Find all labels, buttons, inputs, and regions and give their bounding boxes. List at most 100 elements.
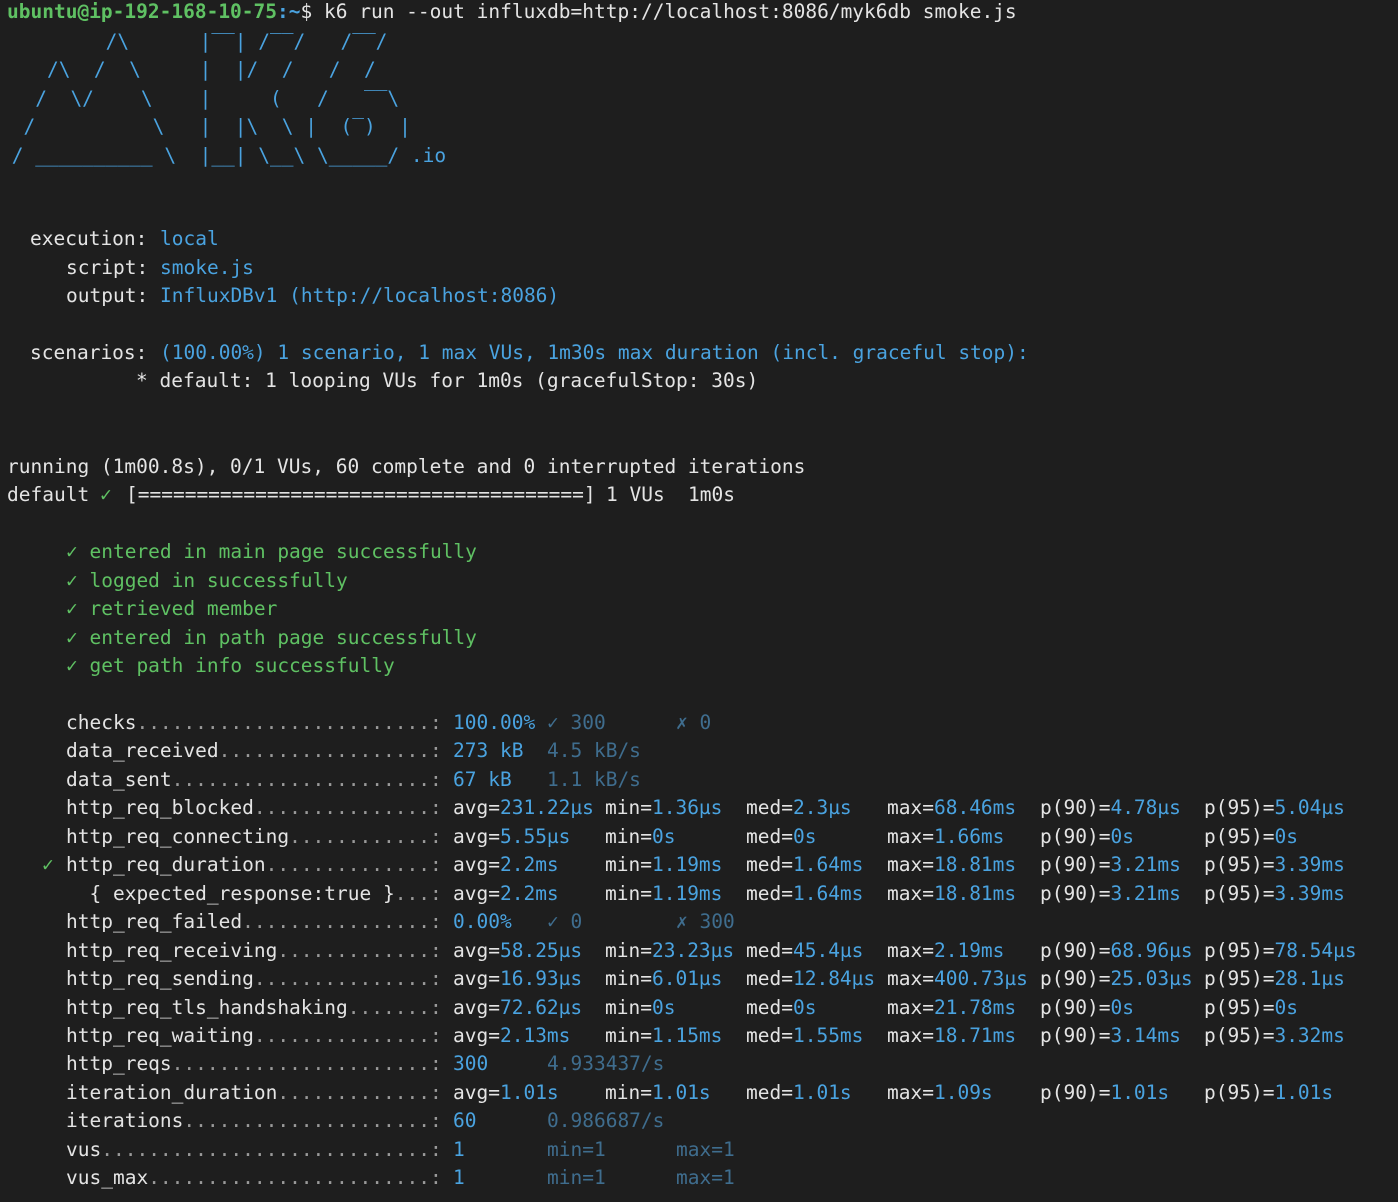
metric-stat: min=1.36µs bbox=[605, 796, 723, 820]
metric-stat: med=1.64ms bbox=[746, 853, 864, 877]
scenario-detail-line: * default: 1 looping VUs for 1m0s (grace… bbox=[0, 367, 758, 395]
metric-value: min=1 bbox=[547, 1137, 606, 1161]
metric-name: http_req_receiving.............: bbox=[66, 938, 442, 962]
metric-name: http_req_blocked...............: bbox=[66, 796, 442, 820]
metric-stat: avg=1.01s bbox=[453, 1080, 559, 1104]
metric-stat: max=2.19ms bbox=[887, 938, 1005, 962]
metric-stat: p(95)=5.04µs bbox=[1204, 796, 1345, 820]
metric-dot-leader: ...: bbox=[394, 881, 442, 905]
metric-name: { expected_response:true }...: bbox=[66, 881, 442, 905]
metric-value: min=1 bbox=[547, 1166, 606, 1190]
metric-value: 1 bbox=[453, 1166, 465, 1190]
metric-stat: p(95)=28.1µs bbox=[1204, 967, 1345, 991]
option-label: script: bbox=[66, 256, 149, 279]
metric-name: http_req_sending...............: bbox=[66, 967, 442, 991]
metric-name: http_req_failed................: bbox=[66, 910, 442, 934]
metric-name: http_req_waiting...............: bbox=[66, 1023, 442, 1047]
metric-stat: min=0s bbox=[605, 824, 676, 848]
metric-stat: med=2.3µs bbox=[746, 796, 852, 820]
metric-stat: avg=231.22µs bbox=[453, 796, 594, 820]
metric-stat: p(90)=1.01s bbox=[1040, 1080, 1170, 1104]
option-label: output: bbox=[66, 284, 149, 307]
metric-stat: med=1.64ms bbox=[746, 881, 864, 905]
metric-value: 0.00% bbox=[453, 910, 512, 934]
metric-stat: avg=5.55µs bbox=[453, 824, 571, 848]
metric-dot-leader: ...............: bbox=[253, 967, 442, 991]
metric-name: data_received..................: bbox=[66, 739, 442, 763]
metric-stat: med=1.01s bbox=[746, 1080, 852, 1104]
metric-stat: p(95)=3.39ms bbox=[1204, 881, 1345, 905]
metric-stat: p(90)=0s bbox=[1040, 824, 1134, 848]
option-script: script: smoke.js bbox=[0, 254, 254, 282]
metric-stat: min=1.19ms bbox=[605, 853, 723, 877]
running-status-line: running (1m00.8s), 0/1 VUs, 60 complete … bbox=[0, 453, 805, 481]
metric-stat: p(95)=0s bbox=[1204, 824, 1298, 848]
metric-dot-leader: ......................: bbox=[171, 1052, 442, 1076]
progress-time: 1m0s bbox=[688, 483, 735, 506]
metric-stat: p(95)=0s bbox=[1204, 995, 1298, 1019]
option-execution: execution: local bbox=[0, 225, 219, 253]
metric-dot-leader: ...............: bbox=[253, 1023, 442, 1047]
metric-dot-leader: ............: bbox=[289, 824, 442, 848]
metric-value: 0.986687/s bbox=[547, 1109, 665, 1133]
metric-stat: max=21.78ms bbox=[887, 995, 1017, 1019]
metric-stat: max=1.66ms bbox=[887, 824, 1005, 848]
metric-stat: avg=58.25µs bbox=[453, 938, 583, 962]
metric-stat: min=0s bbox=[605, 995, 676, 1019]
metric-stat: max=1.09s bbox=[887, 1080, 993, 1104]
scenarios-line: scenarios: (100.00%) 1 scenario, 1 max V… bbox=[0, 339, 1029, 367]
terminal-window[interactable]: ubuntu@ip-192-168-10-75:~$ k6 run --out … bbox=[0, 0, 1398, 1202]
scenarios-label: scenarios: bbox=[30, 341, 148, 364]
metric-value: 4.5 kB/s bbox=[547, 739, 641, 763]
metric-dot-leader: .....................: bbox=[183, 1109, 442, 1133]
prompt-user-host: ubuntu@ip-192-168-10-75:~$ k6 run --out … bbox=[7, 0, 1017, 23]
metric-value: 4.933437/s bbox=[547, 1052, 665, 1076]
metric-value: max=1 bbox=[676, 1137, 735, 1161]
metric-dot-leader: ...............: bbox=[253, 796, 442, 820]
metric-name: iteration_duration.............: bbox=[66, 1080, 442, 1104]
metric-stat: p(95)=1.01s bbox=[1204, 1080, 1334, 1104]
metric-value: 60 bbox=[453, 1109, 477, 1133]
metric-value: ✓ 300 bbox=[547, 711, 606, 734]
metric-name: http_req_duration..............: bbox=[66, 853, 442, 877]
metric-value: ✗ 0 bbox=[676, 711, 712, 734]
metric-stat: max=18.71ms bbox=[887, 1023, 1017, 1047]
metric-stat: med=45.4µs bbox=[746, 938, 864, 962]
option-output: output: InfluxDBv1 (http://localhost:808… bbox=[0, 282, 559, 310]
k6-logo-suffix: .io bbox=[410, 143, 447, 167]
metric-stat: min=1.19ms bbox=[605, 881, 723, 905]
metric-stat: med=0s bbox=[746, 995, 817, 1019]
metric-dot-leader: ............................: bbox=[101, 1137, 442, 1161]
metric-name: http_req_connecting............: bbox=[66, 824, 442, 848]
metric-dot-leader: .........................: bbox=[136, 711, 442, 734]
metric-dot-leader: ..............: bbox=[265, 853, 442, 877]
metric-dot-leader: ..................: bbox=[218, 739, 442, 763]
metric-name: http_req_tls_handshaking.......: bbox=[66, 995, 442, 1019]
command-prompt-line: ubuntu@ip-192-168-10-75:~$ k6 run --out … bbox=[0, 0, 1017, 26]
metric-stat: min=23.23µs bbox=[605, 938, 735, 962]
metric-stat: p(90)=68.96µs bbox=[1040, 938, 1193, 962]
metric-stat: avg=72.62µs bbox=[453, 995, 583, 1019]
metric-stat: p(95)=78.54µs bbox=[1204, 938, 1357, 962]
metric-stat: p(90)=4.78µs bbox=[1040, 796, 1181, 820]
metric-stat: p(95)=3.32ms bbox=[1204, 1023, 1345, 1047]
metric-name: iterations.....................: bbox=[66, 1109, 442, 1133]
metric-dot-leader: ......................: bbox=[171, 767, 442, 791]
metric-stat: med=1.55ms bbox=[746, 1023, 864, 1047]
metric-stat: p(90)=3.21ms bbox=[1040, 881, 1181, 905]
metric-name: vus............................: bbox=[66, 1137, 442, 1161]
scenario-detail: * default: 1 looping VUs for 1m0s (grace… bbox=[136, 369, 759, 392]
scenarios-summary: (100.00%) 1 scenario, 1 max VUs, 1m30s m… bbox=[160, 341, 1029, 364]
metric-value: ✓ 0 bbox=[547, 910, 583, 934]
option-value: InfluxDBv1 (http://localhost:8086) bbox=[160, 284, 560, 307]
metric-stat: p(90)=3.21ms bbox=[1040, 853, 1181, 877]
progress-vus: 1 VUs bbox=[606, 483, 665, 506]
metric-dot-leader: .............: bbox=[277, 938, 442, 962]
metric-stat: min=1.15ms bbox=[605, 1023, 723, 1047]
metric-stat: p(90)=3.14ms bbox=[1040, 1023, 1181, 1047]
option-value: local bbox=[160, 227, 219, 250]
metric-stat: med=0s bbox=[746, 824, 817, 848]
metric-dot-leader: .............: bbox=[277, 1080, 442, 1104]
metric-stat: avg=2.13ms bbox=[453, 1023, 571, 1047]
metric-stat: avg=16.93µs bbox=[453, 967, 583, 991]
